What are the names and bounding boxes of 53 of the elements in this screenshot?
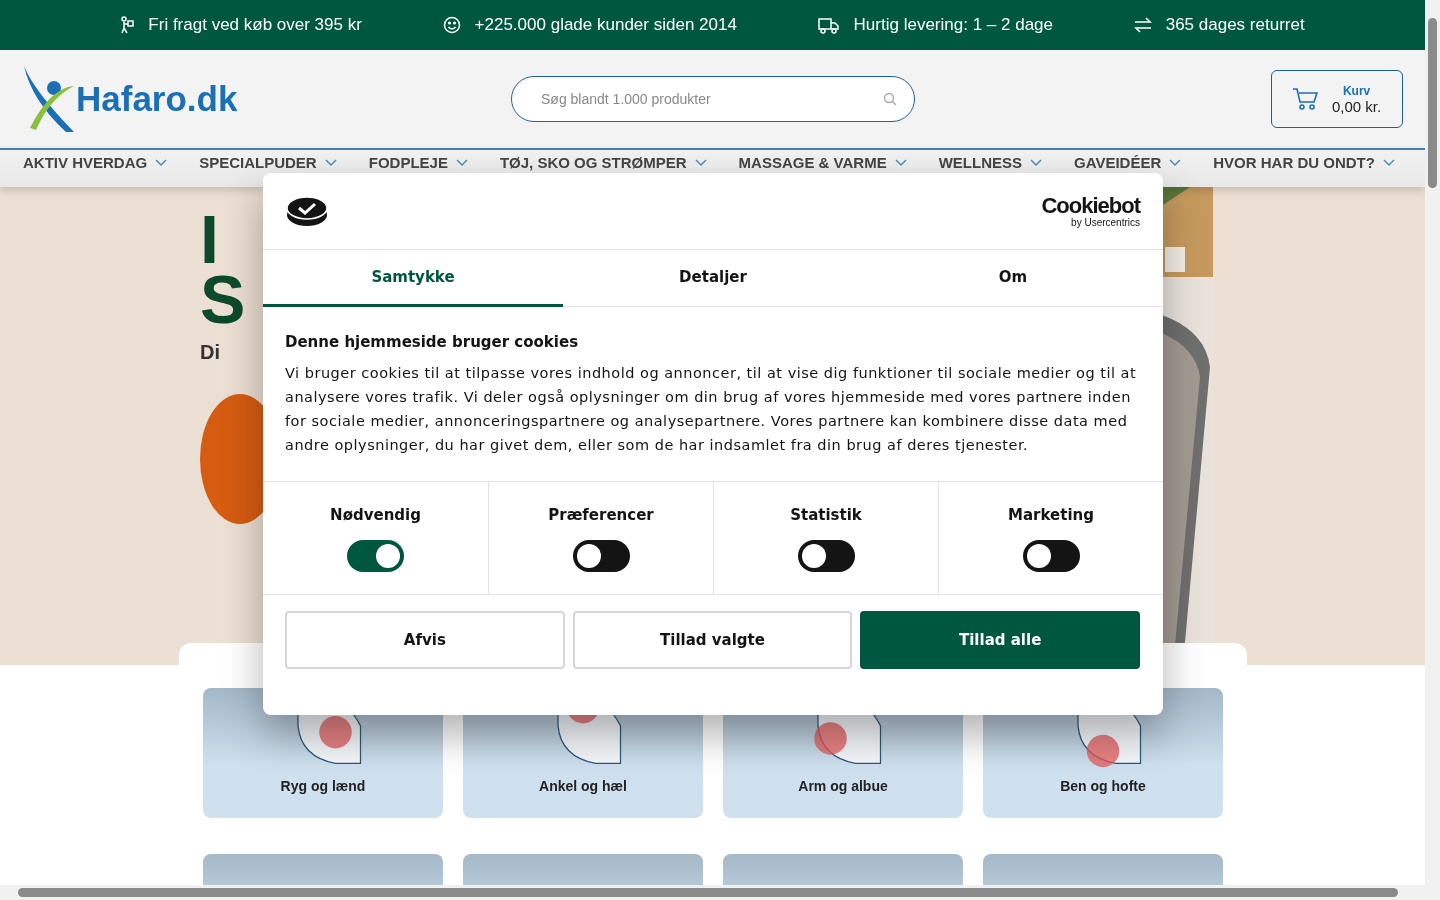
allow-all-button[interactable]: Tillad alle: [860, 611, 1140, 669]
search-field[interactable]: Søg blandt 1.000 produkter: [511, 76, 915, 122]
chevron-down-icon: [1169, 158, 1182, 167]
smiley-icon: [442, 16, 461, 34]
usp-text: Hurtig levering: 1 – 2 dage: [853, 15, 1053, 35]
brand-subtitle: by Usercentrics: [1071, 216, 1140, 228]
dialog-tab[interactable]: Detaljer: [563, 250, 863, 307]
toggle-switch[interactable]: [797, 540, 855, 572]
hero-heading: S: [200, 269, 246, 329]
toggle-label: Statistik: [790, 506, 862, 524]
usp-text: 365 dages returret: [1165, 15, 1305, 35]
nav-item[interactable]: SPECIALPUDER: [199, 154, 337, 171]
scrollbar[interactable]: [1425, 0, 1440, 885]
dialog-tab[interactable]: Om: [863, 250, 1163, 307]
brand-logo-text: Cookiebot: [1041, 194, 1140, 217]
toggle-switch[interactable]: [572, 540, 630, 572]
nav-item[interactable]: MASSAGE & VARME: [738, 154, 907, 171]
nav-item[interactable]: FODPLEJE: [368, 154, 468, 171]
hero-heading: I: [200, 209, 219, 269]
chevron-down-icon: [324, 158, 337, 167]
hero-subtitle: Di: [200, 341, 220, 364]
toggle-label: Marketing: [1008, 506, 1094, 524]
dialog-button[interactable]: Tillad valgte: [572, 611, 853, 669]
usp-text: Fri fragt ved køb over 395 kr: [148, 15, 362, 35]
scrollbar[interactable]: [0, 885, 1440, 900]
nav-item[interactable]: TØJ, SKO OG STRØMPER: [499, 154, 707, 171]
nav-item[interactable]: GAVEIDÉER: [1074, 154, 1182, 171]
dialog-tab[interactable]: Samtykke: [263, 250, 563, 307]
usp-text: +225.000 glade kunder siden 2014: [474, 15, 737, 35]
chevron-down-icon: [1382, 158, 1395, 167]
search-icon[interactable]: [883, 92, 897, 106]
toggle-label: Nødvendig: [330, 506, 421, 524]
nav-item[interactable]: HVOR HAR DU ONDT?: [1213, 154, 1395, 171]
dialog-title: Denne hjemmeside bruger cookies: [285, 333, 580, 351]
chevron-down-icon: [1030, 158, 1042, 167]
swap-arrows-icon: [1133, 17, 1152, 33]
logo-text[interactable]: Hafaro.dk: [76, 79, 238, 119]
cart-icon: [1292, 87, 1318, 111]
toggle-label: Præferencer: [548, 506, 654, 524]
chevron-down-icon: [694, 158, 707, 167]
person-with-box-icon: [120, 16, 135, 34]
nav-item[interactable]: WELLNESS: [938, 154, 1042, 171]
toggle-switch[interactable]: [1022, 540, 1080, 572]
truck-icon: [817, 16, 840, 34]
cart-button[interactable]: Kurv 0,00 kr.: [1271, 70, 1403, 128]
chevron-down-icon: [155, 158, 168, 167]
toggle-switch[interactable]: [347, 540, 404, 572]
chevron-down-icon: [894, 158, 907, 167]
dialog-text: Vi bruger cookies til at tilpasse vores indhold og annoncer, til at vise dig funktioner til sociale medier og til at analysere vores trafik. Vi deler også oplysninger om din brug af vores hjemmeside med vores partnere inden for sociale medier, annonceringspartnere og analysepartnere. Vores partnere kan kombinere disse data med andre oplysninger, du har givet dem, eller som de har indsamlet fra din brug af deres tjenester.: [285, 364, 1138, 455]
chevron-down-icon: [455, 158, 468, 167]
nav-item[interactable]: AKTIV HVERDAG: [23, 154, 168, 171]
dialog-button[interactable]: Afvis: [285, 611, 565, 669]
cookie-check-icon: [286, 195, 328, 227]
